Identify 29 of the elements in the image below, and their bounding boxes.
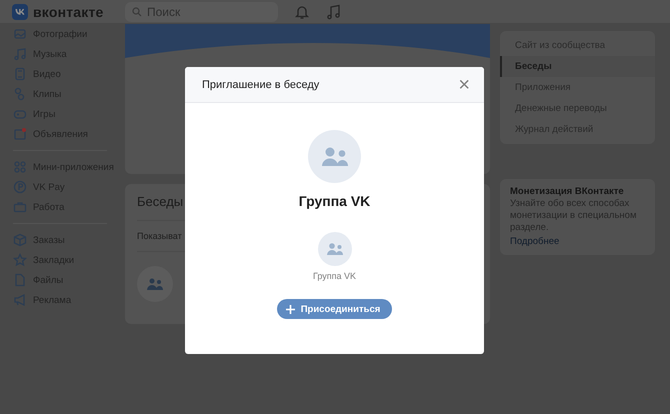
film-icon bbox=[13, 67, 27, 81]
briefcase-icon bbox=[13, 200, 27, 214]
promo-title: Монетизация ВКонтакте bbox=[510, 186, 625, 198]
close-button[interactable]: × bbox=[456, 76, 472, 94]
package-icon bbox=[13, 233, 27, 247]
megaphone-icon bbox=[13, 293, 27, 307]
plus-icon bbox=[286, 304, 295, 314]
join-button[interactable]: Присоединиться bbox=[276, 299, 392, 319]
people-icon bbox=[326, 243, 342, 255]
people-icon bbox=[322, 147, 348, 166]
section-title: Беседы bbox=[137, 193, 184, 211]
vk-logo-icon bbox=[12, 4, 28, 20]
music-note-icon bbox=[13, 47, 27, 61]
picture-icon bbox=[13, 27, 27, 41]
more-link[interactable]: Подробнее bbox=[510, 236, 560, 248]
people-icon bbox=[147, 278, 163, 290]
listing-icon bbox=[13, 127, 27, 141]
chat-name: Группа VK bbox=[298, 193, 370, 209]
star-icon bbox=[13, 253, 27, 267]
coin-icon bbox=[13, 180, 27, 194]
document-icon bbox=[13, 273, 27, 287]
bell-icon[interactable] bbox=[295, 4, 309, 20]
grid-icon bbox=[13, 160, 27, 174]
member-name: Группа VK bbox=[312, 271, 356, 281]
logo-text: вконтакте bbox=[33, 4, 104, 20]
clip-icon bbox=[13, 87, 27, 101]
music-note-icon[interactable] bbox=[326, 4, 340, 20]
dialog-title: Приглашение в беседу bbox=[202, 78, 320, 90]
search-icon bbox=[132, 6, 142, 16]
